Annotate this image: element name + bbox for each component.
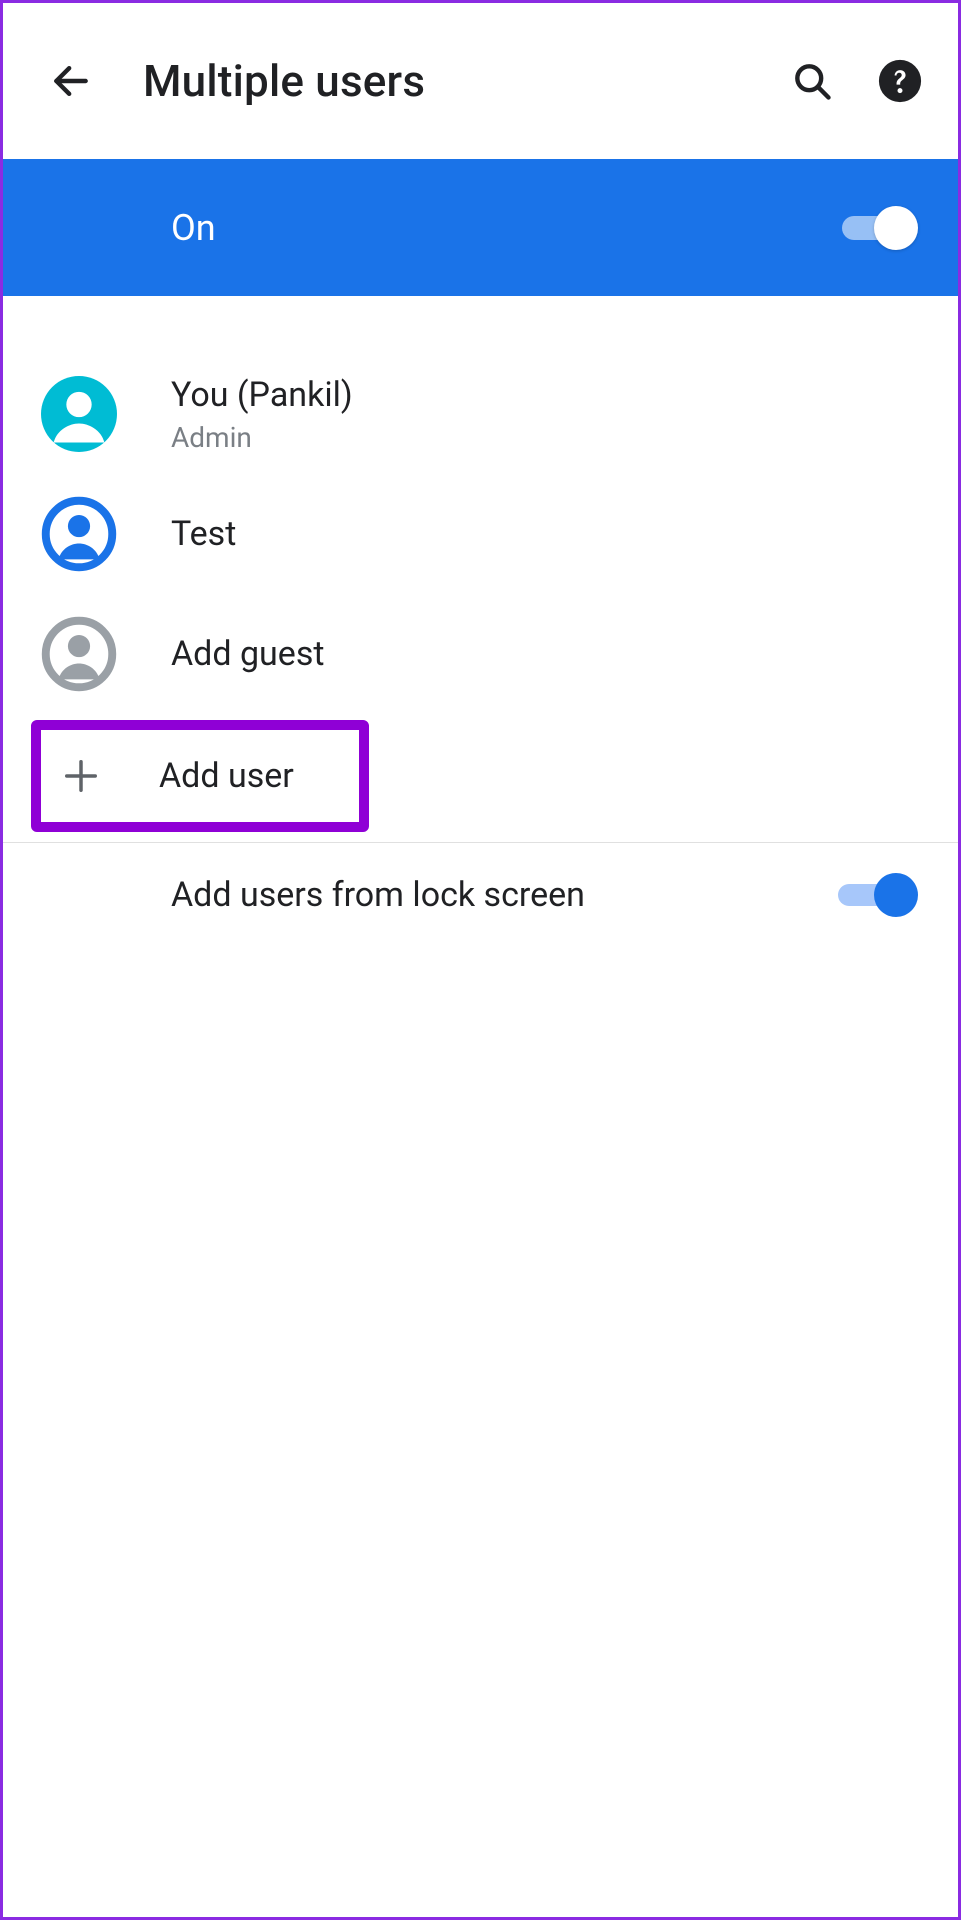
add-guest-label: Add guest [171, 634, 918, 674]
switch-thumb [874, 206, 918, 250]
help-icon [877, 58, 923, 104]
user-role: Admin [171, 421, 918, 454]
back-button[interactable] [41, 51, 101, 111]
avatar-current [41, 376, 117, 452]
app-bar: Multiple users [3, 3, 958, 159]
avatar-guest [41, 616, 117, 692]
search-button[interactable] [786, 55, 838, 107]
search-icon [790, 59, 834, 103]
master-toggle-switch[interactable] [842, 206, 918, 250]
add-guest-row[interactable]: Add guest [3, 594, 958, 714]
arrow-back-icon [49, 59, 93, 103]
icon-slot [51, 756, 159, 796]
user-name: You (Pankil) [171, 375, 918, 415]
guest-text: Add guest [171, 634, 918, 674]
help-button[interactable] [874, 55, 926, 107]
avatar-slot [41, 616, 171, 692]
avatar-slot [41, 496, 171, 572]
avatar-test [41, 496, 117, 572]
add-user-row[interactable]: Add user [41, 730, 359, 822]
user-text: Test [171, 514, 918, 554]
person-grey-icon [41, 616, 117, 692]
page-title: Multiple users [143, 55, 786, 107]
lockscreen-switch[interactable] [838, 873, 918, 917]
lockscreen-label: Add users from lock screen [171, 875, 838, 915]
person-outline-icon [41, 496, 117, 572]
top-actions [786, 55, 926, 107]
add-user-highlight: Add user [31, 720, 369, 832]
user-row-current[interactable]: You (Pankil) Admin [3, 354, 958, 474]
plus-icon [61, 756, 101, 796]
user-text: You (Pankil) Admin [171, 375, 918, 454]
master-toggle-label: On [171, 207, 842, 249]
content-area: You (Pankil) Admin Test [3, 296, 958, 947]
person-icon [41, 376, 117, 452]
master-toggle-banner[interactable]: On [3, 159, 958, 296]
lockscreen-row[interactable]: Add users from lock screen [3, 843, 958, 947]
add-user-label: Add user [159, 756, 349, 796]
switch-thumb [874, 873, 918, 917]
user-name: Test [171, 514, 918, 554]
add-user-text: Add user [159, 756, 349, 796]
avatar-slot [41, 376, 171, 452]
user-row-test[interactable]: Test [3, 474, 958, 594]
